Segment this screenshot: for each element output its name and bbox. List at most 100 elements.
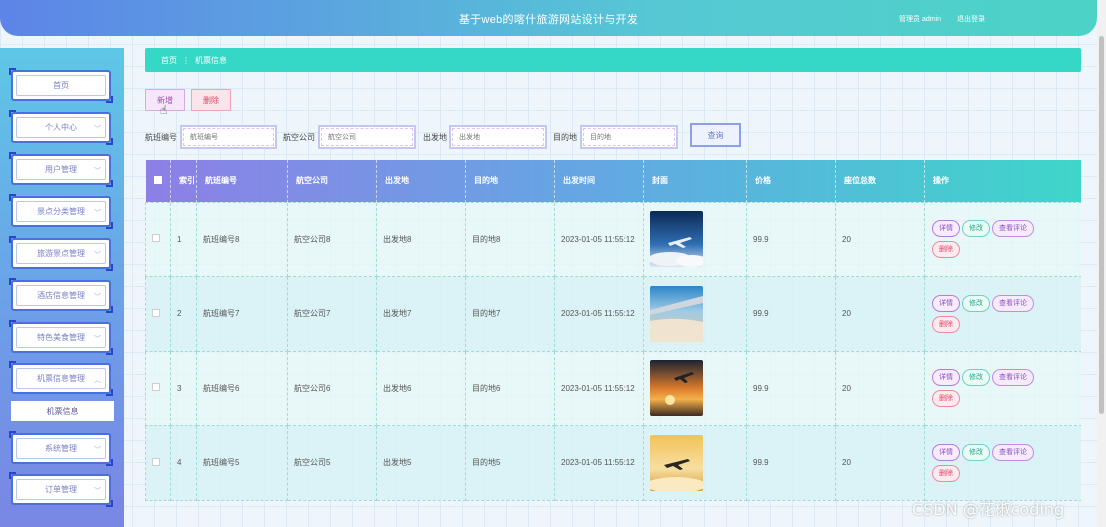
detail-button[interactable]: 详情: [932, 220, 960, 238]
select-all-checkbox[interactable]: [145, 160, 171, 202]
current-user: 管理员 admin: [899, 16, 942, 23]
cell-destination: 目的地5: [465, 425, 555, 501]
cover-image: [650, 360, 703, 417]
breadcrumb: 首页 ⋮ 机票信息: [145, 48, 1081, 72]
table-row[interactable]: 1 航班编号8 航空公司8 出发地8 目的地8 2023-01-05 11:55:12 99…: [145, 201, 1081, 277]
sidebar-item[interactable]: 旅游景点管理 ﹀: [9, 236, 113, 271]
breadcrumb-home[interactable]: 首页: [161, 55, 177, 66]
detail-button[interactable]: 详情: [932, 294, 960, 312]
row-checkbox[interactable]: [145, 276, 171, 352]
cell-flight-number: 航班编号6: [196, 350, 288, 426]
sidebar-item-label: 首页: [16, 75, 106, 96]
sidebar-item-label: 景点分类管理: [16, 201, 106, 222]
sidebar-item[interactable]: 特色美食管理 ﹀: [9, 320, 113, 355]
cell-airline: 航空公司5: [287, 425, 377, 501]
sidebar-item[interactable]: 系统管理 ﹀: [9, 431, 113, 466]
row-delete-button[interactable]: 删除: [932, 464, 960, 482]
logout-link[interactable]: 退出登录: [957, 14, 985, 24]
scrollbar-thumb[interactable]: [1099, 36, 1104, 414]
table-row[interactable]: 2 航班编号7 航空公司7 出发地7 目的地7 2023-01-05 11:55:12 99…: [145, 276, 1081, 352]
cell-cover: [643, 201, 747, 277]
cell-airline: 航空公司7: [287, 276, 377, 352]
cell-origin: 出发地5: [376, 425, 466, 501]
detail-button[interactable]: 详情: [932, 369, 960, 387]
table-header-row: 索引 航班编号 航空公司 出发地 目的地 出发时间 封面 价格 座位总数 操作: [145, 160, 1081, 202]
sidebar-item[interactable]: 订单管理 ﹀: [9, 472, 113, 507]
cell-price: 99.9: [746, 425, 836, 501]
row-delete-button[interactable]: 删除: [932, 390, 960, 408]
cell-index: 3: [170, 350, 197, 426]
origin-label: 出发地: [423, 133, 447, 142]
sidebar-item[interactable]: 首页: [9, 68, 113, 103]
table-row[interactable]: 3 航班编号6 航空公司6 出发地6 目的地6 2023-01-05 11:55:12 99…: [145, 350, 1081, 426]
top-header: 基于web的喀什旅游网站设计与开发 管理员 admin 退出登录: [0, 0, 1097, 36]
detail-button[interactable]: 详情: [932, 443, 960, 461]
sidebar-item[interactable]: 酒店信息管理 ﹀: [9, 278, 113, 313]
cell-cover: [643, 276, 747, 352]
cell-destination: 目的地8: [465, 201, 555, 277]
airline-input[interactable]: [318, 125, 416, 149]
chevron-up-icon: ︿: [94, 377, 101, 384]
sidebar-item-label: 订单管理: [16, 479, 106, 500]
cell-destination: 目的地6: [465, 350, 555, 426]
cell-seats: 20: [835, 201, 925, 277]
table-row[interactable]: 4 航班编号5 航空公司5 出发地5 目的地5 2023-01-05 11:55:12 99…: [145, 425, 1081, 501]
edit-button[interactable]: 修改: [962, 220, 990, 238]
cell-actions: 详情 修改 查看评论删除: [924, 425, 1081, 501]
cell-airline: 航空公司8: [287, 201, 377, 277]
cell-seats: 20: [835, 350, 925, 426]
row-checkbox[interactable]: [145, 201, 171, 277]
edit-button[interactable]: 修改: [962, 369, 990, 387]
sidebar-item-label: 用户管理: [16, 159, 106, 180]
airline-label: 航空公司: [283, 133, 315, 142]
chevron-down-icon: ﹀: [94, 336, 101, 343]
watermark: CSDN @花椒coding: [912, 500, 1065, 519]
cell-departure-time: 2023-01-05 11:55:12: [554, 276, 644, 352]
cell-price: 99.9: [746, 276, 836, 352]
chevron-down-icon: ﹀: [94, 252, 101, 259]
cell-cover: [643, 425, 747, 501]
cell-actions: 详情 修改 查看评论删除: [924, 276, 1081, 352]
sidebar-item-label: 酒店信息管理: [16, 285, 106, 306]
sidebar-item[interactable]: 用户管理 ﹀: [9, 152, 113, 187]
cover-image: [650, 211, 703, 268]
cell-seats: 20: [835, 276, 925, 352]
view-reviews-button[interactable]: 查看评论: [992, 443, 1034, 461]
column-header: 操作: [924, 160, 1081, 202]
row-checkbox[interactable]: [145, 350, 171, 426]
delete-button[interactable]: 删除: [191, 89, 231, 111]
row-delete-button[interactable]: 删除: [932, 241, 960, 259]
cell-origin: 出发地7: [376, 276, 466, 352]
cell-price: 99.9: [746, 201, 836, 277]
destination-input[interactable]: [580, 125, 678, 149]
pointer-cursor-icon: ☝: [160, 103, 168, 117]
sidebar-item-label: 机票信息管理: [16, 368, 106, 389]
cell-departure-time: 2023-01-05 11:55:12: [554, 201, 644, 277]
cover-image: [650, 285, 703, 342]
cell-departure-time: 2023-01-05 11:55:12: [554, 350, 644, 426]
sidebar-subitem-flight-info[interactable]: 机票信息: [11, 401, 114, 421]
view-reviews-button[interactable]: 查看评论: [992, 220, 1034, 238]
row-checkbox[interactable]: [145, 425, 171, 501]
sidebar-item-label: 系统管理: [16, 438, 106, 459]
breadcrumb-current: 机票信息: [195, 55, 227, 65]
row-delete-button[interactable]: 删除: [932, 315, 960, 333]
column-header: 价格: [746, 160, 836, 202]
column-header: 封面: [643, 160, 747, 202]
column-header: 航空公司: [287, 160, 377, 202]
cover-image: [650, 434, 703, 491]
column-header: 座位总数: [835, 160, 925, 202]
sidebar-item[interactable]: 个人中心 ﹀: [9, 110, 113, 145]
view-reviews-button[interactable]: 查看评论: [992, 369, 1034, 387]
cell-origin: 出发地8: [376, 201, 466, 277]
chevron-down-icon: ﹀: [94, 488, 101, 495]
sidebar-item[interactable]: 景点分类管理 ﹀: [9, 194, 113, 229]
origin-input[interactable]: [449, 125, 547, 149]
sidebar-item[interactable]: 机票信息管理 ︿: [9, 361, 113, 396]
view-reviews-button[interactable]: 查看评论: [992, 294, 1034, 312]
edit-button[interactable]: 修改: [962, 294, 990, 312]
cell-index: 1: [170, 201, 197, 277]
flight-number-input[interactable]: [180, 125, 277, 149]
search-button[interactable]: 查询: [690, 123, 741, 147]
edit-button[interactable]: 修改: [962, 443, 990, 461]
